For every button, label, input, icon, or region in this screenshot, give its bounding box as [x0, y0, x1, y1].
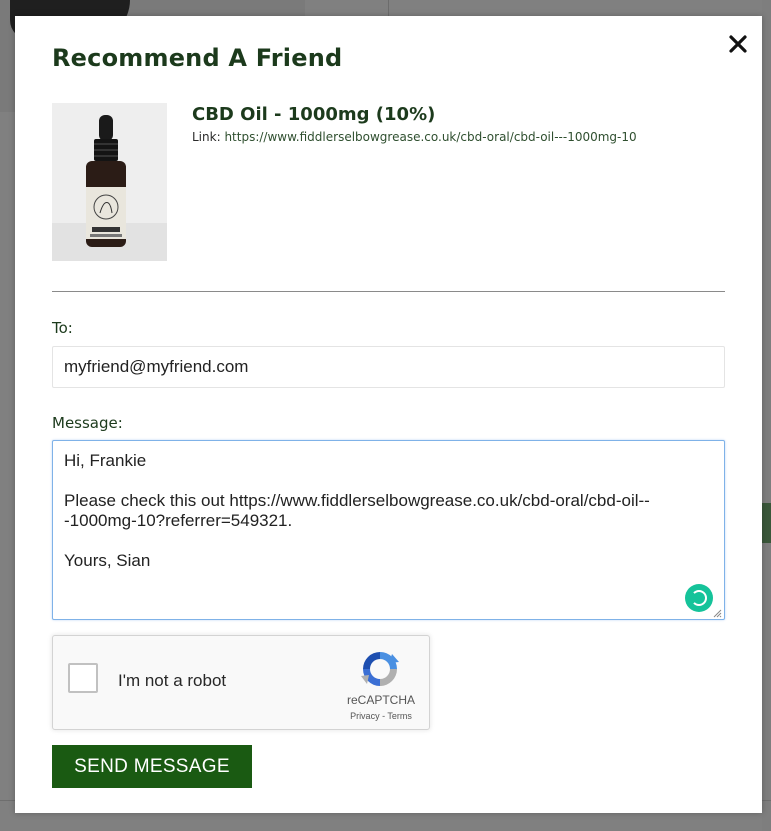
close-icon[interactable] [727, 33, 749, 55]
grammarly-spinner [691, 590, 707, 606]
recipient-email-input[interactable] [52, 346, 725, 388]
grammarly-icon[interactable] [685, 584, 713, 612]
recaptcha-terms: Privacy - Terms [333, 711, 429, 721]
resize-handle-icon[interactable] [712, 608, 722, 618]
recaptcha-checkbox[interactable] [68, 663, 98, 693]
product-link: Link: https://www.fiddlerselbowgrease.co… [192, 130, 637, 144]
recommend-friend-modal: Recommend A Friend CBD Oil - 1000mg (10%… [15, 16, 762, 813]
send-message-button[interactable]: SEND MESSAGE [52, 745, 252, 788]
modal-title: Recommend A Friend [52, 44, 343, 72]
background-green-tab [762, 503, 771, 543]
recaptcha-label: I'm not a robot [118, 671, 227, 690]
section-divider [52, 291, 725, 292]
recaptcha-logo-icon [361, 652, 399, 686]
background-right-strip [762, 0, 771, 831]
product-link-label: Link: [192, 130, 221, 144]
recaptcha-brand: reCAPTCHA [346, 693, 415, 707]
message-label: Message: [52, 414, 123, 432]
message-textarea[interactable]: Hi, Frankie Please check this out https:… [52, 440, 725, 620]
product-name: CBD Oil - 1000mg (10%) [192, 104, 436, 125]
product-link-url[interactable]: https://www.fiddlerselbowgrease.co.uk/cb… [224, 130, 636, 144]
to-label: To: [52, 319, 73, 337]
background-divider [388, 0, 389, 16]
recaptcha-widget: I'm not a robot reCAPTCHA Privacy - Term… [52, 635, 430, 730]
product-bottle-image [52, 103, 167, 261]
recaptcha-terms-link[interactable]: Terms [387, 711, 412, 721]
recaptcha-privacy-link[interactable]: Privacy [350, 711, 380, 721]
